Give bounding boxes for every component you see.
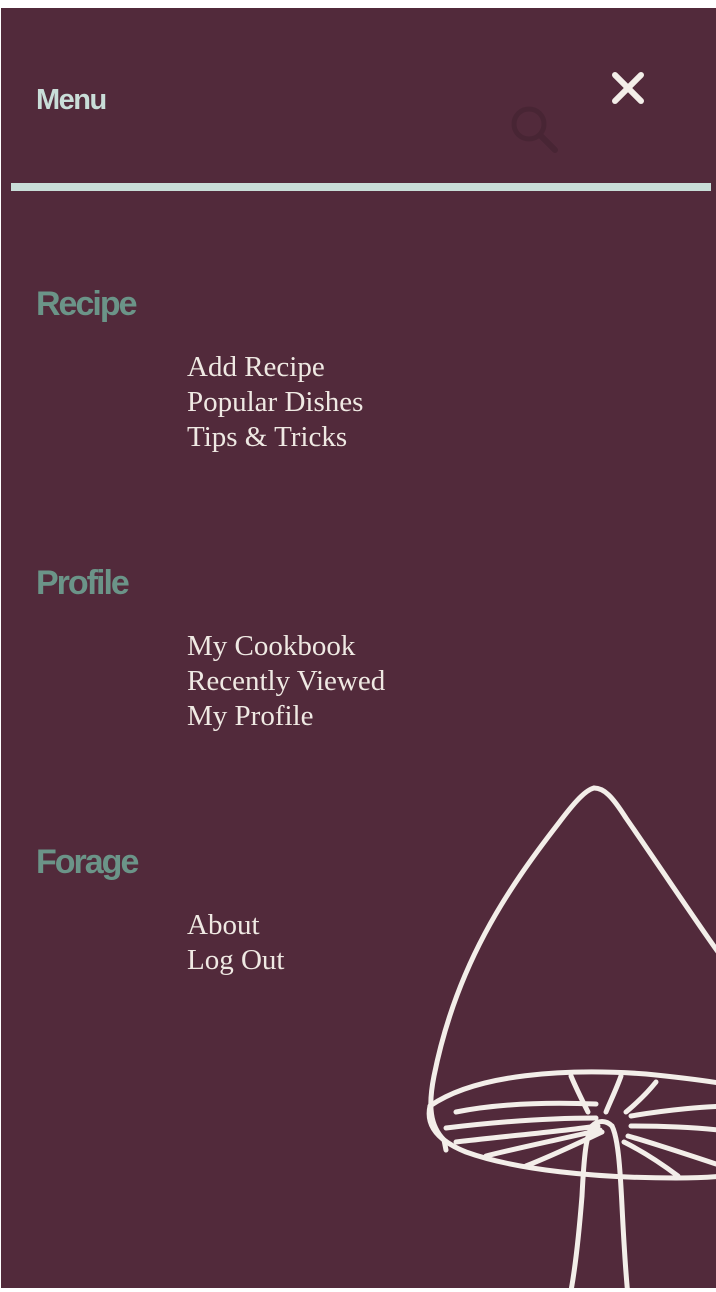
menu-link-add-recipe[interactable]: Add Recipe xyxy=(187,350,363,385)
recipe-links: Add Recipe Popular Dishes Tips & Tricks xyxy=(187,350,363,455)
menu-screen: Menu Recipe Add Recipe Popular Dishes Ti… xyxy=(1,8,716,1288)
section-heading-recipe: Recipe xyxy=(36,285,137,323)
menu-link-my-profile[interactable]: My Profile xyxy=(187,699,385,734)
profile-links: My Cookbook Recently Viewed My Profile xyxy=(187,629,385,734)
menu-link-log-out[interactable]: Log Out xyxy=(187,943,284,978)
section-heading-forage: Forage xyxy=(36,843,139,881)
close-icon xyxy=(612,72,644,104)
menu-title: Menu xyxy=(36,84,107,116)
search-icon[interactable] xyxy=(509,104,559,154)
menu-link-about[interactable]: About xyxy=(187,908,284,943)
menu-link-my-cookbook[interactable]: My Cookbook xyxy=(187,629,385,664)
close-menu-button[interactable] xyxy=(606,68,650,112)
forage-links: About Log Out xyxy=(187,908,284,978)
mushroom-illustration xyxy=(426,785,716,1288)
header-divider xyxy=(11,183,711,191)
menu-link-popular-dishes[interactable]: Popular Dishes xyxy=(187,385,363,420)
section-heading-profile: Profile xyxy=(36,564,130,602)
menu-link-recently-viewed[interactable]: Recently Viewed xyxy=(187,664,385,699)
menu-link-tips-tricks[interactable]: Tips & Tricks xyxy=(187,420,363,455)
